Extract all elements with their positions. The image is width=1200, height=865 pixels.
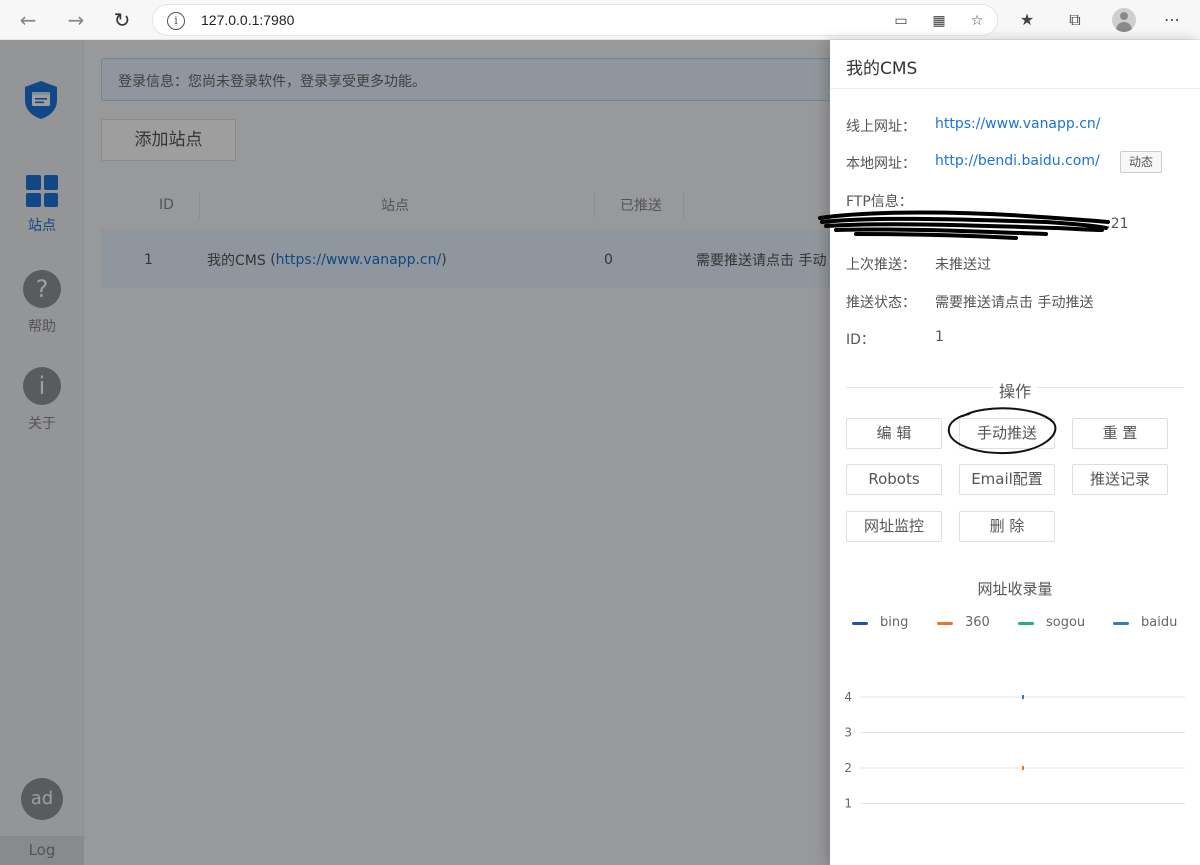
id-value: 1: [935, 329, 944, 345]
push-log-button[interactable]: 推送记录: [1072, 464, 1168, 495]
legend-swatch: [1018, 622, 1034, 625]
push-status-label: 推送状态：: [846, 295, 916, 311]
read-aloud-icon[interactable]: ▭: [891, 11, 911, 31]
site-info-icon[interactable]: i: [167, 12, 185, 30]
url-monitor-button[interactable]: 网址监控: [846, 511, 942, 542]
back-icon[interactable]: ←: [14, 6, 42, 34]
id-label: ID：: [846, 332, 875, 348]
reset-button[interactable]: 重 置: [1072, 418, 1168, 449]
redaction-scribble: [818, 210, 1110, 240]
y-tick-label: 3: [844, 726, 852, 740]
legend-swatch: [937, 622, 953, 625]
forward-icon[interactable]: →: [62, 6, 90, 34]
indexed-urls-chart: 0123412-01: [844, 690, 1185, 811]
browser-toolbar: ← → ↻ i 127.0.0.1:7980 ▭ ▦ ☆ ★ ⧉ ⋯: [0, 0, 1200, 40]
more-icon[interactable]: ⋯: [1160, 8, 1184, 32]
push-status-value: 需要推送请点击 手动推送: [935, 295, 1094, 311]
legend-swatch: [1113, 622, 1129, 625]
last-push-row: 上次推送： 未推送过: [846, 254, 991, 274]
id-row: ID： 1: [846, 329, 944, 349]
legend-label: sogou: [1046, 615, 1086, 630]
chart-title: 网址收录量: [977, 580, 1053, 598]
delete-button[interactable]: 删 除: [959, 511, 1055, 542]
favorites-icon[interactable]: ★: [1015, 8, 1039, 32]
last-push-value: 未推送过: [935, 257, 991, 273]
online-url-label: 线上网址：: [846, 119, 916, 135]
dynamic-button[interactable]: 动态: [1120, 151, 1162, 173]
address-url[interactable]: 127.0.0.1:7980: [201, 12, 294, 28]
data-point-360: [1022, 766, 1024, 770]
collections-icon[interactable]: ⧉: [1063, 8, 1087, 32]
online-url-link[interactable]: https://www.vanapp.cn/: [935, 116, 1101, 132]
circle-annotation: [947, 407, 1057, 455]
local-url-link[interactable]: http://bendi.baidu.com/: [935, 153, 1100, 169]
edit-button[interactable]: 编 辑: [846, 418, 942, 449]
push-status-row: 推送状态： 需要推送请点击 手动推送: [846, 292, 1093, 312]
y-tick-label: 4: [844, 690, 852, 704]
reload-icon[interactable]: ↻: [108, 6, 136, 34]
robots-button[interactable]: Robots: [846, 464, 942, 495]
legend-label: 360: [965, 615, 990, 630]
legend-label: baidu: [1141, 615, 1178, 630]
y-tick-label: 1: [844, 797, 852, 811]
email-config-button[interactable]: Email配置: [959, 464, 1055, 495]
y-tick-label: 2: [844, 761, 852, 775]
divider: [830, 88, 1200, 89]
legend-label: bing: [880, 615, 909, 630]
modal-overlay[interactable]: [0, 40, 830, 865]
data-point-baidu: [1022, 695, 1024, 699]
last-push-label: 上次推送：: [846, 257, 916, 273]
legend-swatch: [852, 622, 868, 625]
online-url-row: 线上网址： https://www.vanapp.cn/: [846, 116, 1101, 136]
drawer-title: 我的CMS: [846, 59, 918, 79]
app-icon[interactable]: ▦: [929, 11, 949, 31]
address-bar[interactable]: i 127.0.0.1:7980 ▭ ▦ ☆: [152, 4, 998, 36]
profile-avatar[interactable]: [1112, 8, 1136, 32]
local-url-label: 本地网址：: [846, 156, 916, 172]
operations-title: 操作: [998, 382, 1031, 401]
add-favorite-icon[interactable]: ☆: [967, 11, 987, 31]
site-detail-drawer: 我的CMS 线上网址： https://www.vanapp.cn/ 本地网址：…: [818, 40, 1200, 865]
app: 站点 ? 帮助 i 关于 ad Log 登录信息：您尚未登录软件，登录享受更多功…: [0, 40, 1200, 865]
local-url-row: 本地网址： http://bendi.baidu.com/: [846, 153, 1100, 173]
